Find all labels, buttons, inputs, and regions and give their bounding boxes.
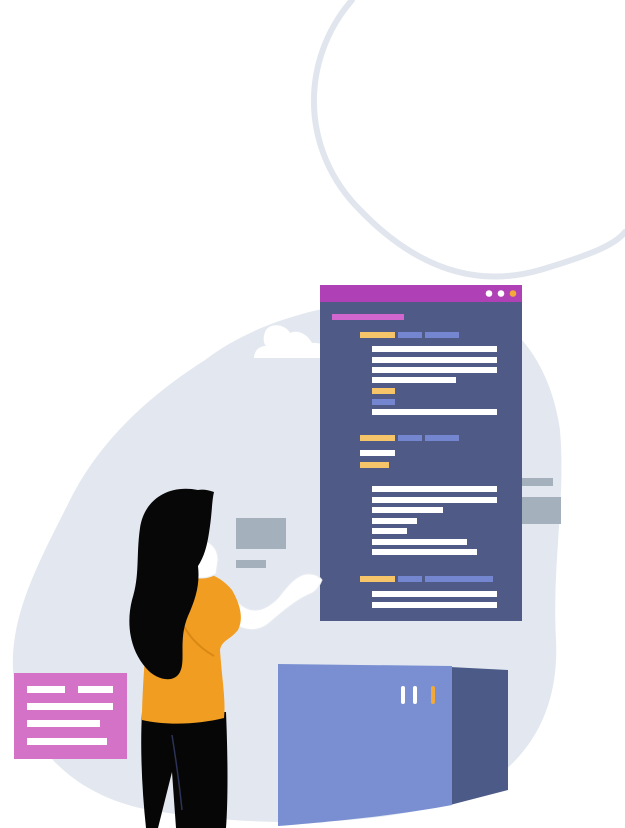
server-box-side <box>450 667 508 805</box>
server-box <box>278 664 508 826</box>
gray-bar-left <box>236 560 266 568</box>
server-box-front <box>278 664 452 826</box>
window-dots-icon <box>485 290 517 297</box>
pink-note-card <box>14 673 127 759</box>
gray-panel-left <box>236 518 286 549</box>
code-window <box>320 285 522 621</box>
decorative-loop-line <box>311 0 625 280</box>
illustration-stage <box>0 0 625 828</box>
woman-pants <box>141 712 228 828</box>
developer-illustration <box>12 0 625 828</box>
